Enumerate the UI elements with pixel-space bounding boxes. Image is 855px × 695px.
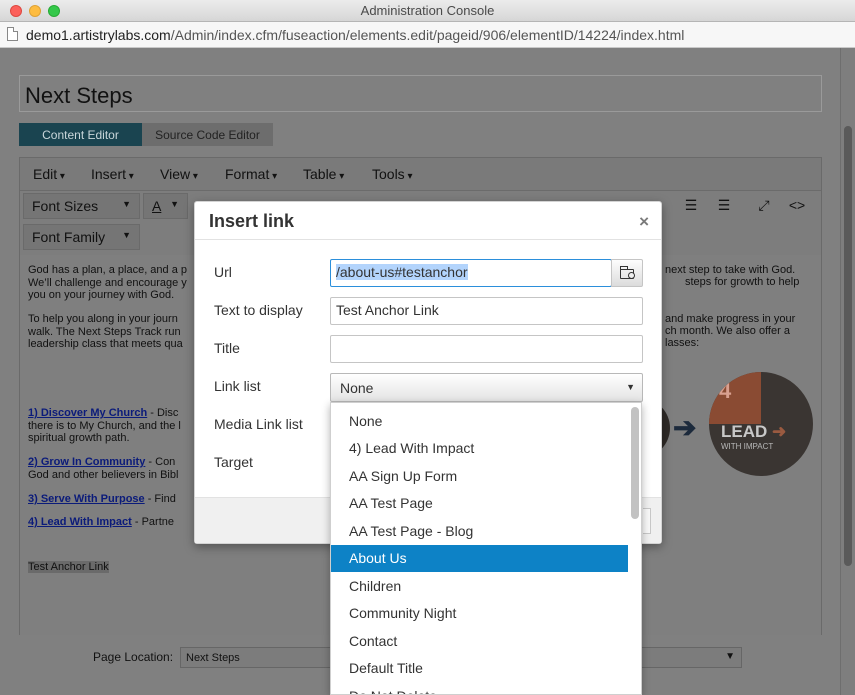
window-title: Administration Console: [360, 3, 495, 18]
url-host: demo1.artistrylabs.com: [26, 27, 171, 43]
link-list-select[interactable]: None ▼: [330, 373, 643, 402]
dropdown-item[interactable]: Default Title: [331, 655, 628, 682]
dropdown-item[interactable]: Contact: [331, 628, 628, 655]
doc-paragraph-2-right-2: ch month. We also offer a: [665, 325, 790, 337]
font-sizes-label: Font Sizes: [32, 198, 99, 214]
menu-format[interactable]: Format: [225, 166, 277, 182]
lead-with-impact-badge: 4 LEAD ➜ WITH IMPACT: [709, 372, 813, 476]
title-label: Title: [214, 340, 240, 356]
address-bar[interactable]: demo1.artistrylabs.com/Admin/index.cfm/f…: [0, 22, 855, 48]
tab-source-code-editor[interactable]: Source Code Editor: [142, 123, 273, 146]
dropdown-item[interactable]: AA Test Page - Blog: [331, 518, 628, 545]
chevron-down-icon: ▼: [122, 230, 131, 240]
step-3: 3) Serve With Purpose - Find: [28, 493, 176, 505]
step-4: 4) Lead With Impact - Partne: [28, 516, 174, 528]
font-family-label: Font Family: [32, 229, 106, 245]
link-list-dropdown: None 4) Lead With Impact AA Sign Up Form…: [330, 402, 642, 695]
fullscreen-icon[interactable]: ⤢: [750, 193, 778, 219]
menu-tools[interactable]: Tools: [372, 166, 413, 182]
dropdown-item[interactable]: Children: [331, 573, 628, 600]
chevron-down-icon: ▼: [170, 199, 179, 209]
editor-menubar: Edit Insert View Format Table Tools: [20, 158, 821, 191]
menu-table[interactable]: Table: [303, 166, 344, 182]
dropdown-item[interactable]: AA Test Page: [331, 490, 628, 517]
url-text[interactable]: demo1.artistrylabs.com/Admin/index.cfm/f…: [26, 27, 684, 43]
url-path: /Admin/index.cfm/fuseaction/elements.edi…: [170, 27, 685, 43]
source-code-icon[interactable]: <>: [783, 193, 811, 219]
menu-view[interactable]: View: [160, 166, 198, 182]
font-sizes-dropdown[interactable]: Font Sizes ▼: [23, 193, 140, 219]
step-2-link[interactable]: 2) Grow In Community: [28, 456, 145, 468]
badge-number: 4: [719, 378, 732, 403]
dropdown-item[interactable]: None: [331, 408, 628, 435]
badge-subtitle: WITH IMPACT: [721, 442, 774, 451]
outdent-icon[interactable]: ☰: [677, 193, 705, 219]
step-2: 2) Grow In Community - Con God and other …: [28, 456, 179, 481]
text-color-icon: A: [152, 198, 162, 214]
menu-insert[interactable]: Insert: [91, 166, 134, 182]
window-titlebar: Administration Console: [0, 0, 855, 22]
chevron-down-icon: ▼: [725, 651, 735, 662]
page-icon: [7, 27, 18, 41]
arrow-right-icon: ➜: [772, 422, 787, 441]
dropdown-item[interactable]: AA Sign Up Form: [331, 463, 628, 490]
font-family-dropdown[interactable]: Font Family ▼: [23, 224, 140, 250]
dialog-header: Insert link ×: [195, 202, 661, 240]
badge-word: LEAD ➜: [721, 422, 787, 441]
text-color-button[interactable]: A ▼: [143, 193, 188, 219]
step-3-link[interactable]: 3) Serve With Purpose: [28, 493, 145, 505]
dropdown-item[interactable]: 4) Lead With Impact: [331, 435, 628, 462]
media-link-list-label: Media Link list: [214, 416, 303, 432]
page-title-input[interactable]: Next Steps: [19, 75, 822, 112]
doc-paragraph-2: To help you along in your journ walk. The…: [28, 313, 183, 350]
dropdown-scrollbar[interactable]: [631, 407, 639, 519]
url-label: Url: [214, 264, 232, 280]
url-input[interactable]: /about-us#testanchor: [330, 259, 612, 287]
doc-paragraph-1-right-2: steps for growth to help: [685, 276, 800, 288]
step-1-link[interactable]: 1) Discover My Church: [28, 407, 147, 419]
text-to-display-input[interactable]: Test Anchor Link: [330, 297, 643, 325]
doc-paragraph-1-right: next step to take with God.: [665, 264, 796, 276]
doc-paragraph-1: God has a plan, a place, and a p We’ll ch…: [28, 264, 188, 301]
chevron-down-icon: ▼: [122, 199, 131, 209]
tab-content-editor[interactable]: Content Editor: [19, 123, 142, 146]
close-icon[interactable]: ×: [639, 212, 649, 232]
step-1: 1) Discover My Church - Disc there is to …: [28, 407, 181, 444]
chevron-down-icon: ▼: [626, 382, 635, 392]
page-location-label: Page Location:: [93, 650, 174, 664]
text-to-display-label: Text to display: [214, 302, 303, 318]
anchor-link-text: Test Anchor Link: [28, 561, 109, 573]
doc-paragraph-2-right-3: lasses:: [665, 337, 700, 349]
page-scrollbar[interactable]: [840, 48, 855, 695]
menu-edit[interactable]: Edit: [33, 166, 65, 182]
dropdown-item[interactable]: Community Night: [331, 600, 628, 627]
dialog-title: Insert link: [209, 211, 295, 231]
doc-paragraph-2-right: and make progress in your: [665, 313, 796, 325]
badge-wedge: [709, 372, 761, 424]
search-icon: [628, 272, 635, 279]
indent-icon[interactable]: ☰: [710, 193, 738, 219]
browse-files-button[interactable]: [611, 259, 643, 287]
target-label: Target: [214, 454, 253, 470]
dropdown-item-selected[interactable]: About Us: [331, 545, 628, 572]
page-scroll-thumb[interactable]: [844, 126, 852, 566]
dropdown-item[interactable]: Do Not Delete: [331, 683, 628, 694]
arrow-right-icon: ➔: [673, 412, 697, 443]
ok-button[interactable]: [643, 508, 651, 534]
title-input[interactable]: [330, 335, 643, 363]
step-4-link[interactable]: 4) Lead With Impact: [28, 516, 132, 528]
link-list-label: Link list: [214, 378, 261, 394]
